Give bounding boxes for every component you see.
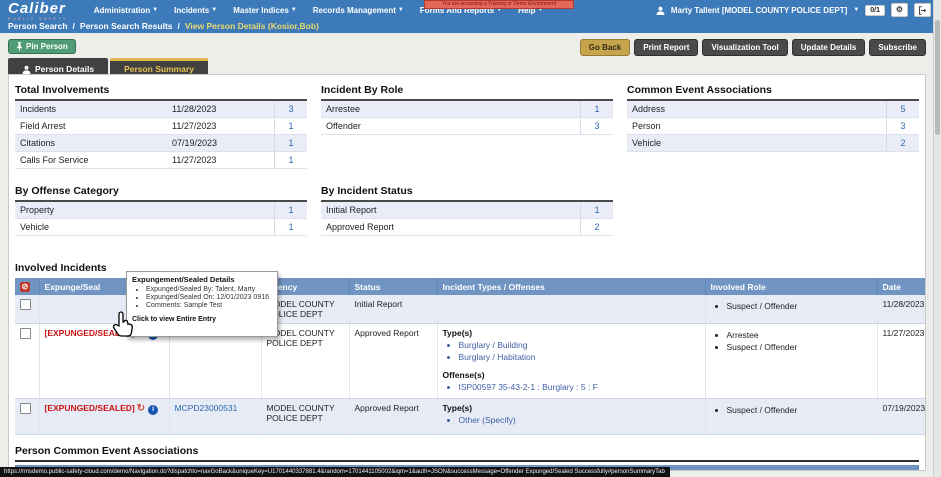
menu-master-indices[interactable]: Master Indices▼: [233, 6, 297, 15]
tooltip-footer: Click to view Entire Entry: [132, 316, 272, 323]
col-count: Count: [667, 465, 919, 471]
stat-row: Property1: [15, 202, 307, 219]
pin-person-button[interactable]: Pin Person: [8, 39, 76, 54]
stat-row: Calls For Service11/27/20231: [15, 152, 307, 169]
refresh-icon[interactable]: ↻: [137, 403, 145, 414]
stat-row: Incidents11/28/20233: [15, 101, 307, 118]
count-link[interactable]: 3: [886, 118, 919, 134]
col-involved-role: Involved Role: [705, 278, 877, 295]
row-checkbox[interactable]: [20, 403, 31, 414]
breadcrumb-view-person-details: View Person Details (Kosior,Bob): [185, 21, 319, 31]
panel-title: Total Involvements: [15, 82, 307, 101]
incident-by-role-panel: Incident By Role Arrestee1 Offender3: [321, 82, 613, 169]
breadcrumb-person-search[interactable]: Person Search: [8, 21, 75, 31]
count-link[interactable]: 1: [274, 152, 307, 168]
panel-title: By Offense Category: [15, 183, 307, 202]
stat-row: Address5: [627, 101, 919, 118]
vertical-scrollbar[interactable]: [933, 0, 941, 477]
scrollbar-thumb[interactable]: [935, 20, 940, 135]
expunged-sealed-label: [EXPUNGED/SEALED]: [45, 403, 135, 413]
go-back-button[interactable]: Go Back: [580, 39, 630, 56]
count-link[interactable]: 1: [580, 202, 613, 218]
panel-title: Incident By Role: [321, 82, 613, 101]
stat-row: Vehicle2: [627, 135, 919, 152]
count-link[interactable]: 3: [580, 118, 613, 134]
stat-row: Person3: [627, 118, 919, 135]
count-link[interactable]: 1: [274, 135, 307, 151]
count-link[interactable]: 2: [886, 135, 919, 151]
count-link[interactable]: 1: [274, 118, 307, 134]
menu-administration[interactable]: Administration▼: [94, 6, 158, 15]
stat-row: Offender3: [321, 118, 613, 135]
count-link[interactable]: 1: [274, 202, 307, 218]
count-link[interactable]: 3: [274, 101, 307, 117]
row-checkbox[interactable]: [20, 328, 31, 339]
panel-title: By Incident Status: [321, 183, 613, 202]
breadcrumb-person-search-results[interactable]: Person Search Results: [80, 21, 180, 31]
mouse-cursor-hand-icon: [112, 309, 136, 339]
count-link[interactable]: 1: [580, 101, 613, 117]
stat-row: Field Arrest11/27/20231: [15, 118, 307, 135]
stat-row: Initial Report1: [321, 202, 613, 219]
by-offense-category-panel: By Offense Category Property1 Vehicle1: [15, 183, 307, 236]
count-link[interactable]: 2: [580, 219, 613, 235]
incident-row: [EXPUNGED/SEALED]↻i MCPD23000531 MODEL C…: [15, 399, 925, 435]
stat-row: Arrestee1: [321, 101, 613, 118]
logout-icon[interactable]: [914, 3, 931, 17]
subscribe-button[interactable]: Subscribe: [869, 39, 926, 56]
caliber-logo: Caliber PUBLIC SAFETY: [8, 1, 68, 21]
chevron-down-icon: ▼: [398, 7, 404, 13]
visualization-tool-button[interactable]: Visualization Tool: [702, 39, 787, 56]
user-name[interactable]: Marty Tallent [MODEL COUNTY POLICE DEPT]: [671, 6, 847, 15]
chevron-down-icon[interactable]: ▼: [853, 7, 859, 13]
logo-subtext: PUBLIC SAFETY: [8, 17, 68, 21]
col-status: Status: [349, 278, 437, 295]
session-counter-button[interactable]: 0/1: [865, 5, 885, 16]
chevron-down-icon: ▼: [152, 7, 158, 13]
app-window: Caliber PUBLIC SAFETY Administration▼ In…: [0, 0, 941, 477]
environment-banner: You are accessing a Training or Demo Env…: [424, 0, 574, 9]
panel-title: Common Event Associations: [627, 82, 919, 101]
chevron-down-icon: ▼: [211, 7, 217, 13]
expunge-header-icon: ⊘: [20, 282, 30, 292]
breadcrumb: Person Search Person Search Results View…: [0, 18, 941, 33]
total-involvements-panel: Total Involvements Incidents11/28/20233 …: [15, 82, 307, 169]
menu-records-management[interactable]: Records Management▼: [313, 6, 404, 15]
by-incident-status-panel: By Incident Status Initial Report1 Appro…: [321, 183, 613, 236]
row-checkbox[interactable]: [20, 299, 31, 310]
person-icon: [22, 65, 31, 74]
count-link[interactable]: 1: [274, 219, 307, 235]
user-icon: [656, 6, 665, 15]
print-report-button[interactable]: Print Report: [634, 39, 698, 56]
stat-row: Approved Report2: [321, 219, 613, 236]
logo-text: Caliber: [8, 1, 68, 16]
tooltip-title: Expungement/Sealed Details: [132, 275, 272, 284]
col-incident-types: Incident Types / Offenses: [437, 278, 705, 295]
info-icon[interactable]: i: [148, 405, 158, 415]
pin-icon: [16, 42, 23, 51]
pcea-title: Person Common Event Associations: [15, 445, 919, 462]
settings-gear-icon[interactable]: ⚙: [891, 3, 908, 17]
incident-number-link[interactable]: MCPD23000531: [175, 403, 238, 413]
menu-incidents[interactable]: Incidents▼: [174, 6, 217, 15]
expungement-tooltip: Expungement/Sealed Details Expunged/Seal…: [126, 271, 278, 337]
stat-row: Vehicle1: [15, 219, 307, 236]
browser-status-bar: https://rmsdemo.public-safety-cloud.com/…: [0, 467, 670, 477]
toolbar: Pin Person Go Back Print Report Visualiz…: [8, 39, 926, 56]
chevron-down-icon: ▼: [291, 7, 297, 13]
col-date: Date: [877, 278, 925, 295]
common-event-associations-panel: Common Event Associations Address5 Perso…: [627, 82, 919, 169]
update-details-button[interactable]: Update Details: [792, 39, 866, 56]
stat-row: Citations07/19/20231: [15, 135, 307, 152]
count-link[interactable]: 5: [886, 101, 919, 117]
